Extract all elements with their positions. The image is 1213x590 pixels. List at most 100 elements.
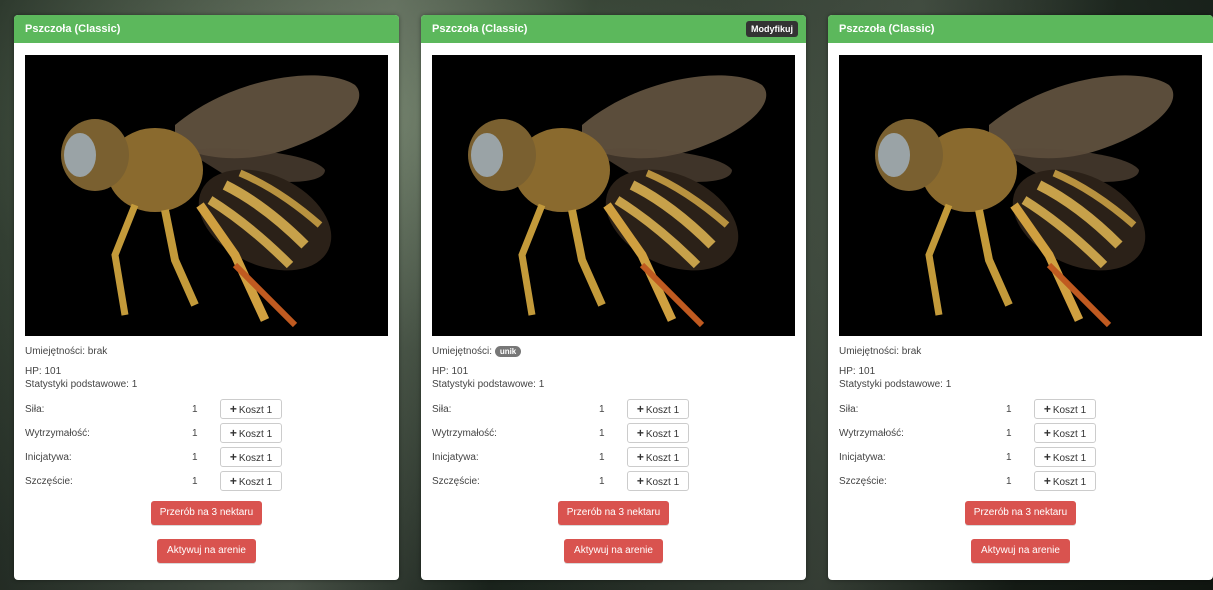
plus-icon: + (1043, 450, 1051, 464)
stat-row-sila: Siła: 1 + Koszt 1 (432, 399, 697, 421)
increase-wytrzymalosc-button[interactable]: + Koszt 1 (627, 423, 689, 443)
convert-nectar-button[interactable]: Przerób na 3 nektaru (965, 501, 1076, 525)
plus-icon: + (229, 450, 237, 464)
plus-icon: + (636, 450, 644, 464)
stat-label: Inicjatywa: (432, 452, 479, 463)
increase-sila-button[interactable]: + Koszt 1 (1034, 399, 1096, 419)
increase-inicjatywa-button[interactable]: + Koszt 1 (1034, 447, 1096, 467)
increase-sila-button[interactable]: + Koszt 1 (627, 399, 689, 419)
stat-row-inicjatywa: Inicjatywa: 1 + Koszt 1 (839, 447, 1104, 469)
plus-icon: + (229, 474, 237, 488)
cost-label: Koszt 1 (645, 477, 680, 488)
increase-inicjatywa-button[interactable]: + Koszt 1 (627, 447, 689, 467)
plus-icon: + (1043, 426, 1051, 440)
skills-text: Umiejętności: brak (839, 346, 922, 357)
stat-value: 1 (1006, 476, 1012, 487)
stat-label: Szczęście: (839, 476, 887, 487)
cost-label: Koszt 1 (645, 429, 680, 440)
stat-row-szczescie: Szczęście: 1 + Koszt 1 (25, 471, 290, 493)
bee-card-3: Pszczoła (Classic) Umiejętności: brak HP… (828, 15, 1213, 580)
stat-label: Siła: (839, 404, 859, 415)
increase-wytrzymalosc-button[interactable]: + Koszt 1 (220, 423, 282, 443)
modify-button[interactable]: Modyfikuj (746, 21, 798, 37)
cost-label: Koszt 1 (645, 453, 680, 464)
increase-szczescie-button[interactable]: + Koszt 1 (1034, 471, 1096, 491)
stat-value: 1 (192, 404, 198, 415)
stat-value: 1 (192, 428, 198, 439)
stat-value: 1 (599, 428, 605, 439)
cost-label: Koszt 1 (238, 405, 273, 416)
stat-label: Inicjatywa: (25, 452, 72, 463)
hp-text: HP: 101 (839, 366, 876, 377)
base-stats-text: Statystyki podstawowe: 1 (432, 379, 545, 390)
convert-nectar-button[interactable]: Przerób na 3 nektaru (558, 501, 669, 525)
stat-row-wytrzymalosc: Wytrzymałość: 1 + Koszt 1 (25, 423, 290, 445)
increase-inicjatywa-button[interactable]: + Koszt 1 (220, 447, 282, 467)
card-title: Pszczoła (Classic) (14, 15, 399, 43)
cost-label: Koszt 1 (1052, 429, 1087, 440)
stat-row-sila: Siła: 1 + Koszt 1 (839, 399, 1104, 421)
cost-label: Koszt 1 (1052, 453, 1087, 464)
stat-row-inicjatywa: Inicjatywa: 1 + Koszt 1 (432, 447, 697, 469)
stat-label: Siła: (25, 404, 45, 415)
stat-label: Wytrzymałość: (25, 428, 90, 439)
plus-icon: + (1043, 402, 1051, 416)
stat-label: Wytrzymałość: (432, 428, 497, 439)
stat-row-sila: Siła: 1 + Koszt 1 (25, 399, 290, 421)
skills-text: Umiejętności: unik (432, 346, 522, 358)
plus-icon: + (636, 474, 644, 488)
hp-text: HP: 101 (25, 366, 62, 377)
stat-value: 1 (1006, 428, 1012, 439)
card-title: Pszczoła (Classic) (432, 23, 528, 35)
convert-nectar-button[interactable]: Przerób na 3 nektaru (151, 501, 262, 525)
plus-icon: + (636, 426, 644, 440)
stat-label: Siła: (432, 404, 452, 415)
stat-row-wytrzymalosc: Wytrzymałość: 1 + Koszt 1 (432, 423, 697, 445)
bee-card-1: Pszczoła (Classic) Umiejętności: brak HP… (14, 15, 399, 580)
bee-illustration (432, 55, 795, 336)
activate-arena-button[interactable]: Aktywuj na arenie (157, 539, 256, 563)
stat-value: 1 (599, 404, 605, 415)
bee-image (432, 55, 795, 336)
cost-label: Koszt 1 (1052, 405, 1087, 416)
stat-value: 1 (1006, 404, 1012, 415)
cost-label: Koszt 1 (238, 429, 273, 440)
stat-value: 1 (192, 476, 198, 487)
plus-icon: + (1043, 474, 1051, 488)
activate-arena-button[interactable]: Aktywuj na arenie (971, 539, 1070, 563)
base-stats-text: Statystyki podstawowe: 1 (25, 379, 138, 390)
bee-illustration (25, 55, 388, 336)
hp-text: HP: 101 (432, 366, 469, 377)
stat-label: Szczęście: (432, 476, 480, 487)
skills-text: Umiejętności: brak (25, 346, 108, 357)
increase-wytrzymalosc-button[interactable]: + Koszt 1 (1034, 423, 1096, 443)
stat-value: 1 (192, 452, 198, 463)
bee-image (25, 55, 388, 336)
stat-row-inicjatywa: Inicjatywa: 1 + Koszt 1 (25, 447, 290, 469)
bee-card-2: Pszczoła (Classic) Modyfikuj Umiejętnośc… (421, 15, 806, 580)
increase-szczescie-button[interactable]: + Koszt 1 (627, 471, 689, 491)
bee-illustration (839, 55, 1202, 336)
bee-image (839, 55, 1202, 336)
base-stats-text: Statystyki podstawowe: 1 (839, 379, 952, 390)
card-header: Pszczoła (Classic) Modyfikuj (421, 15, 806, 43)
increase-szczescie-button[interactable]: + Koszt 1 (220, 471, 282, 491)
stat-value: 1 (599, 476, 605, 487)
stat-row-szczescie: Szczęście: 1 + Koszt 1 (432, 471, 697, 493)
stat-label: Inicjatywa: (839, 452, 886, 463)
stat-row-szczescie: Szczęście: 1 + Koszt 1 (839, 471, 1104, 493)
card-title: Pszczoła (Classic) (828, 15, 1213, 43)
cost-label: Koszt 1 (238, 453, 273, 464)
plus-icon: + (229, 426, 237, 440)
activate-arena-button[interactable]: Aktywuj na arenie (564, 539, 663, 563)
cost-label: Koszt 1 (645, 405, 680, 416)
stat-value: 1 (599, 452, 605, 463)
cost-label: Koszt 1 (238, 477, 273, 488)
skills-label: Umiejętności: (432, 346, 493, 358)
increase-sila-button[interactable]: + Koszt 1 (220, 399, 282, 419)
stat-label: Wytrzymałość: (839, 428, 904, 439)
stat-row-wytrzymalosc: Wytrzymałość: 1 + Koszt 1 (839, 423, 1104, 445)
plus-icon: + (636, 402, 644, 416)
plus-icon: + (229, 402, 237, 416)
stat-value: 1 (1006, 452, 1012, 463)
